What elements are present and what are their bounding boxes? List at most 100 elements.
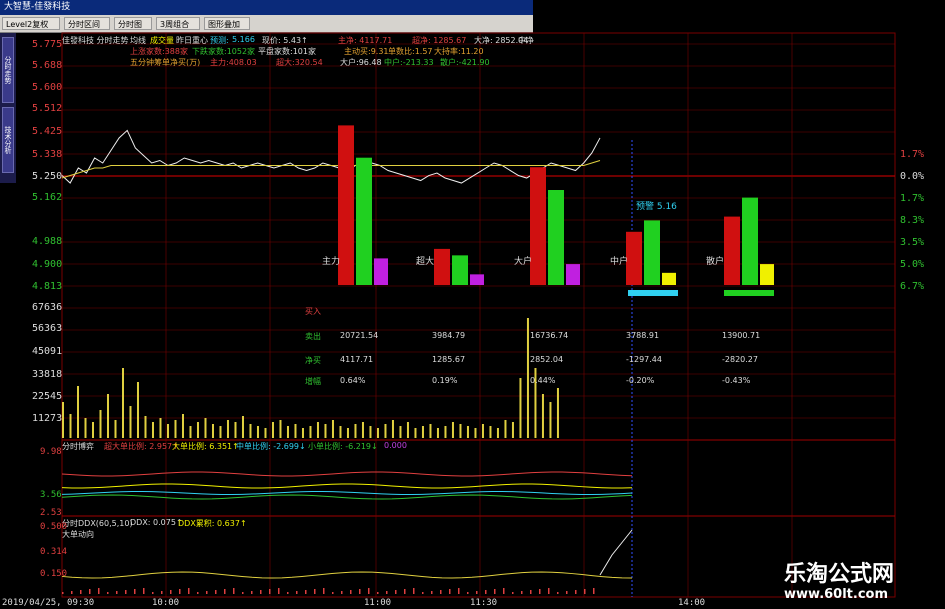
stats-cell: -0.43% — [722, 376, 751, 385]
flow-bar-buy — [434, 248, 450, 285]
volume-bar — [331, 420, 334, 438]
ddx-bar — [431, 591, 433, 594]
pct-tick: 0.0% — [900, 171, 925, 182]
ddx-bar — [305, 590, 307, 594]
volume-bar — [504, 420, 507, 438]
pct-tick: 1.7% — [900, 149, 925, 160]
ddx-bar — [359, 589, 361, 594]
ddx-bar — [584, 589, 586, 594]
volume-bar — [496, 428, 499, 438]
volume-bar — [196, 422, 199, 438]
price-tick: 4.813 — [32, 281, 63, 292]
ddx-bar — [215, 590, 217, 594]
ddx-bar — [530, 590, 532, 594]
active-buy: 主动买:9.31 — [344, 47, 389, 56]
volume-bar — [354, 424, 357, 438]
ddx-bar — [350, 590, 352, 594]
volume-bar — [174, 420, 177, 438]
stats-cell: 3788.91 — [626, 331, 660, 340]
volume-bar — [62, 402, 64, 438]
ddx-bar — [233, 588, 235, 594]
legend-avg: 均线 — [130, 36, 146, 45]
down-count: 下跌家数:1052家 — [192, 47, 256, 56]
ddx-bar — [557, 592, 559, 594]
panel2-small-ratio: 小单比例: -6.219↓ — [308, 442, 378, 451]
panel2-title: 分时博弈 — [62, 442, 94, 451]
volume-bar — [526, 318, 529, 438]
volume-bar — [279, 420, 282, 438]
legend-expect: 5.166 — [232, 35, 255, 44]
group-label-super: 超大 — [416, 257, 435, 267]
ddx-bar — [116, 591, 118, 594]
volume-bar — [436, 428, 439, 438]
order-ratio: 单数比:1.57 — [388, 47, 433, 56]
ddx-bar — [143, 588, 145, 594]
price-tick: 5.512 — [32, 103, 63, 114]
stats-row-label: 买入 — [305, 307, 321, 316]
volume-bar — [249, 424, 252, 438]
stock-name: 佳發科技 分时走势 — [62, 36, 129, 45]
five-min-big: 大户:96.48 — [340, 58, 382, 67]
volume-bar — [76, 386, 79, 438]
stats-cell: 0.64% — [340, 376, 366, 385]
ddx-bar — [386, 591, 388, 594]
mid-indicator — [628, 290, 678, 296]
stats-cell: 20721.54 — [340, 331, 379, 340]
ddx-bar — [224, 589, 226, 594]
volume-bar — [414, 428, 417, 438]
panel2-big-ratio: 大单比例: 6.351↑ — [172, 442, 239, 451]
time-tick: 11:00 — [364, 598, 392, 608]
flow-bar-net — [760, 264, 774, 285]
volume-bar — [144, 416, 147, 438]
volume-bar — [181, 414, 184, 438]
five-min-retail: 散户:-421.90 — [440, 58, 490, 67]
panel2-mid-ratio: 中单比例: -2.699↓ — [236, 442, 306, 451]
volume-bar — [376, 428, 379, 438]
ddx-cum-line — [61, 571, 633, 579]
ddx-bar — [125, 590, 127, 594]
volume-bar — [189, 426, 192, 438]
volume-bar — [69, 414, 72, 438]
stats-cell: 1285.67 — [432, 355, 466, 364]
five-min-label: 五分钟筹单净买(万) — [130, 58, 201, 67]
panel3-y-low: 0.150 — [40, 569, 68, 579]
ddx-bar — [197, 592, 199, 594]
ddx-bar — [341, 591, 343, 594]
stats-row-label: 卖出 — [305, 332, 321, 341]
ddx-bar — [278, 588, 280, 594]
panel2-y-low: 2.53 — [40, 508, 62, 518]
volume-bar — [339, 426, 342, 438]
flow-bar-sell — [742, 197, 758, 285]
volume-tick: 56363 — [32, 323, 63, 334]
ddx-bar — [395, 590, 397, 594]
volume-bar — [256, 426, 259, 438]
ddx-bar — [251, 591, 253, 594]
ddx-bar — [440, 590, 442, 594]
flow-bar-net — [374, 258, 388, 285]
ddx-bar — [152, 592, 154, 594]
ddx-bar — [521, 591, 523, 594]
pct-tick: 5.0% — [900, 259, 925, 270]
flow-bar-buy — [338, 125, 354, 286]
ddx-bar — [512, 592, 514, 594]
ddx-bar — [296, 591, 298, 594]
volume-bar — [114, 420, 117, 438]
volume-bar — [511, 422, 514, 438]
volume-tick: 22545 — [32, 391, 63, 402]
legend-prev: 昨日重心 — [176, 36, 208, 45]
pct-tick: 1.7% — [900, 193, 925, 204]
pct-tick: 8.3% — [900, 215, 925, 226]
flow-bar-buy — [626, 231, 642, 285]
volume-bar — [211, 424, 214, 438]
volume-bar — [166, 424, 169, 438]
ddx-bar — [134, 589, 136, 594]
panel2-zero: 0.000 — [384, 441, 407, 450]
stats-cell: 2852.04 — [530, 355, 564, 364]
retail-indicator — [724, 290, 774, 296]
flow-bar-buy — [724, 216, 740, 285]
hold-ratio: 大持率:11.20 — [434, 47, 484, 56]
ddx-bar — [161, 591, 163, 594]
ddx-bar — [179, 589, 181, 594]
volume-bar — [226, 420, 229, 438]
five-min-mid: 中户:-213.33 — [384, 58, 434, 67]
